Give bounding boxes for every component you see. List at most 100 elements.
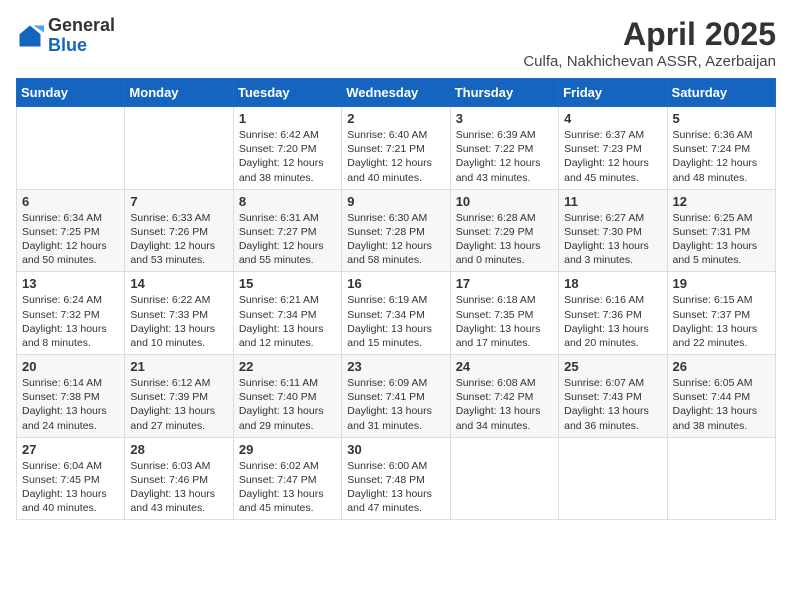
- cell-info: Sunrise: 6:31 AMSunset: 7:27 PMDaylight:…: [239, 212, 324, 267]
- calendar-cell: [667, 437, 775, 520]
- calendar-week-row: 27 Sunrise: 6:04 AMSunset: 7:45 PMDaylig…: [17, 437, 776, 520]
- day-number: 10: [456, 194, 553, 209]
- weekday-header: Monday: [125, 79, 233, 107]
- calendar-table: SundayMondayTuesdayWednesdayThursdayFrid…: [16, 78, 776, 520]
- weekday-header-row: SundayMondayTuesdayWednesdayThursdayFrid…: [17, 79, 776, 107]
- calendar-cell: [450, 437, 558, 520]
- day-number: 20: [22, 359, 119, 374]
- cell-info: Sunrise: 6:15 AMSunset: 7:37 PMDaylight:…: [673, 294, 758, 349]
- day-number: 22: [239, 359, 336, 374]
- calendar-cell: 30 Sunrise: 6:00 AMSunset: 7:48 PMDaylig…: [342, 437, 450, 520]
- cell-info: Sunrise: 6:19 AMSunset: 7:34 PMDaylight:…: [347, 294, 432, 349]
- calendar-cell: 23 Sunrise: 6:09 AMSunset: 7:41 PMDaylig…: [342, 355, 450, 438]
- day-number: 1: [239, 111, 336, 126]
- calendar-cell: 18 Sunrise: 6:16 AMSunset: 7:36 PMDaylig…: [559, 272, 667, 355]
- cell-info: Sunrise: 6:03 AMSunset: 7:46 PMDaylight:…: [130, 460, 215, 515]
- cell-info: Sunrise: 6:37 AMSunset: 7:23 PMDaylight:…: [564, 129, 649, 184]
- cell-info: Sunrise: 6:27 AMSunset: 7:30 PMDaylight:…: [564, 212, 649, 267]
- day-number: 4: [564, 111, 661, 126]
- day-number: 9: [347, 194, 444, 209]
- day-number: 8: [239, 194, 336, 209]
- weekday-header: Friday: [559, 79, 667, 107]
- day-number: 30: [347, 442, 444, 457]
- weekday-header: Saturday: [667, 79, 775, 107]
- day-number: 29: [239, 442, 336, 457]
- cell-info: Sunrise: 6:24 AMSunset: 7:32 PMDaylight:…: [22, 294, 107, 349]
- cell-info: Sunrise: 6:42 AMSunset: 7:20 PMDaylight:…: [239, 129, 324, 184]
- cell-info: Sunrise: 6:00 AMSunset: 7:48 PMDaylight:…: [347, 460, 432, 515]
- day-number: 25: [564, 359, 661, 374]
- page-header: General Blue April 2025 Culfa, Nakhichev…: [16, 16, 776, 70]
- month-title: April 2025: [523, 16, 776, 53]
- calendar-week-row: 6 Sunrise: 6:34 AMSunset: 7:25 PMDayligh…: [17, 189, 776, 272]
- calendar-cell: 22 Sunrise: 6:11 AMSunset: 7:40 PMDaylig…: [233, 355, 341, 438]
- cell-info: Sunrise: 6:16 AMSunset: 7:36 PMDaylight:…: [564, 294, 649, 349]
- day-number: 17: [456, 276, 553, 291]
- cell-info: Sunrise: 6:08 AMSunset: 7:42 PMDaylight:…: [456, 377, 541, 432]
- cell-info: Sunrise: 6:39 AMSunset: 7:22 PMDaylight:…: [456, 129, 541, 184]
- calendar-cell: [125, 107, 233, 190]
- cell-info: Sunrise: 6:18 AMSunset: 7:35 PMDaylight:…: [456, 294, 541, 349]
- calendar-cell: 2 Sunrise: 6:40 AMSunset: 7:21 PMDayligh…: [342, 107, 450, 190]
- calendar-cell: 11 Sunrise: 6:27 AMSunset: 7:30 PMDaylig…: [559, 189, 667, 272]
- day-number: 16: [347, 276, 444, 291]
- day-number: 11: [564, 194, 661, 209]
- calendar-cell: 21 Sunrise: 6:12 AMSunset: 7:39 PMDaylig…: [125, 355, 233, 438]
- day-number: 5: [673, 111, 770, 126]
- cell-info: Sunrise: 6:02 AMSunset: 7:47 PMDaylight:…: [239, 460, 324, 515]
- weekday-header: Wednesday: [342, 79, 450, 107]
- weekday-header: Thursday: [450, 79, 558, 107]
- day-number: 7: [130, 194, 227, 209]
- calendar-cell: 5 Sunrise: 6:36 AMSunset: 7:24 PMDayligh…: [667, 107, 775, 190]
- cell-info: Sunrise: 6:14 AMSunset: 7:38 PMDaylight:…: [22, 377, 107, 432]
- logo-icon: [16, 22, 44, 50]
- logo: General Blue: [16, 16, 115, 56]
- calendar-cell: 8 Sunrise: 6:31 AMSunset: 7:27 PMDayligh…: [233, 189, 341, 272]
- day-number: 24: [456, 359, 553, 374]
- cell-info: Sunrise: 6:05 AMSunset: 7:44 PMDaylight:…: [673, 377, 758, 432]
- logo-blue-text: Blue: [48, 35, 87, 55]
- calendar-cell: 3 Sunrise: 6:39 AMSunset: 7:22 PMDayligh…: [450, 107, 558, 190]
- calendar-cell: 28 Sunrise: 6:03 AMSunset: 7:46 PMDaylig…: [125, 437, 233, 520]
- calendar-cell: 25 Sunrise: 6:07 AMSunset: 7:43 PMDaylig…: [559, 355, 667, 438]
- cell-info: Sunrise: 6:07 AMSunset: 7:43 PMDaylight:…: [564, 377, 649, 432]
- cell-info: Sunrise: 6:22 AMSunset: 7:33 PMDaylight:…: [130, 294, 215, 349]
- calendar-week-row: 20 Sunrise: 6:14 AMSunset: 7:38 PMDaylig…: [17, 355, 776, 438]
- cell-info: Sunrise: 6:28 AMSunset: 7:29 PMDaylight:…: [456, 212, 541, 267]
- calendar-week-row: 1 Sunrise: 6:42 AMSunset: 7:20 PMDayligh…: [17, 107, 776, 190]
- calendar-cell: 26 Sunrise: 6:05 AMSunset: 7:44 PMDaylig…: [667, 355, 775, 438]
- calendar-cell: 14 Sunrise: 6:22 AMSunset: 7:33 PMDaylig…: [125, 272, 233, 355]
- cell-info: Sunrise: 6:30 AMSunset: 7:28 PMDaylight:…: [347, 212, 432, 267]
- day-number: 18: [564, 276, 661, 291]
- calendar-cell: 6 Sunrise: 6:34 AMSunset: 7:25 PMDayligh…: [17, 189, 125, 272]
- day-number: 6: [22, 194, 119, 209]
- logo-general-text: General: [48, 15, 115, 35]
- day-number: 19: [673, 276, 770, 291]
- day-number: 12: [673, 194, 770, 209]
- calendar-cell: 12 Sunrise: 6:25 AMSunset: 7:31 PMDaylig…: [667, 189, 775, 272]
- day-number: 2: [347, 111, 444, 126]
- title-area: April 2025 Culfa, Nakhichevan ASSR, Azer…: [523, 16, 776, 70]
- calendar-cell: 1 Sunrise: 6:42 AMSunset: 7:20 PMDayligh…: [233, 107, 341, 190]
- cell-info: Sunrise: 6:25 AMSunset: 7:31 PMDaylight:…: [673, 212, 758, 267]
- cell-info: Sunrise: 6:34 AMSunset: 7:25 PMDaylight:…: [22, 212, 107, 267]
- calendar-cell: 9 Sunrise: 6:30 AMSunset: 7:28 PMDayligh…: [342, 189, 450, 272]
- day-number: 26: [673, 359, 770, 374]
- day-number: 27: [22, 442, 119, 457]
- cell-info: Sunrise: 6:33 AMSunset: 7:26 PMDaylight:…: [130, 212, 215, 267]
- calendar-cell: 16 Sunrise: 6:19 AMSunset: 7:34 PMDaylig…: [342, 272, 450, 355]
- cell-info: Sunrise: 6:11 AMSunset: 7:40 PMDaylight:…: [239, 377, 324, 432]
- cell-info: Sunrise: 6:12 AMSunset: 7:39 PMDaylight:…: [130, 377, 215, 432]
- calendar-cell: 24 Sunrise: 6:08 AMSunset: 7:42 PMDaylig…: [450, 355, 558, 438]
- weekday-header: Sunday: [17, 79, 125, 107]
- calendar-cell: 10 Sunrise: 6:28 AMSunset: 7:29 PMDaylig…: [450, 189, 558, 272]
- day-number: 13: [22, 276, 119, 291]
- cell-info: Sunrise: 6:36 AMSunset: 7:24 PMDaylight:…: [673, 129, 758, 184]
- calendar-cell: 29 Sunrise: 6:02 AMSunset: 7:47 PMDaylig…: [233, 437, 341, 520]
- calendar-cell: [17, 107, 125, 190]
- cell-info: Sunrise: 6:04 AMSunset: 7:45 PMDaylight:…: [22, 460, 107, 515]
- calendar-cell: [559, 437, 667, 520]
- weekday-header: Tuesday: [233, 79, 341, 107]
- calendar-cell: 13 Sunrise: 6:24 AMSunset: 7:32 PMDaylig…: [17, 272, 125, 355]
- day-number: 3: [456, 111, 553, 126]
